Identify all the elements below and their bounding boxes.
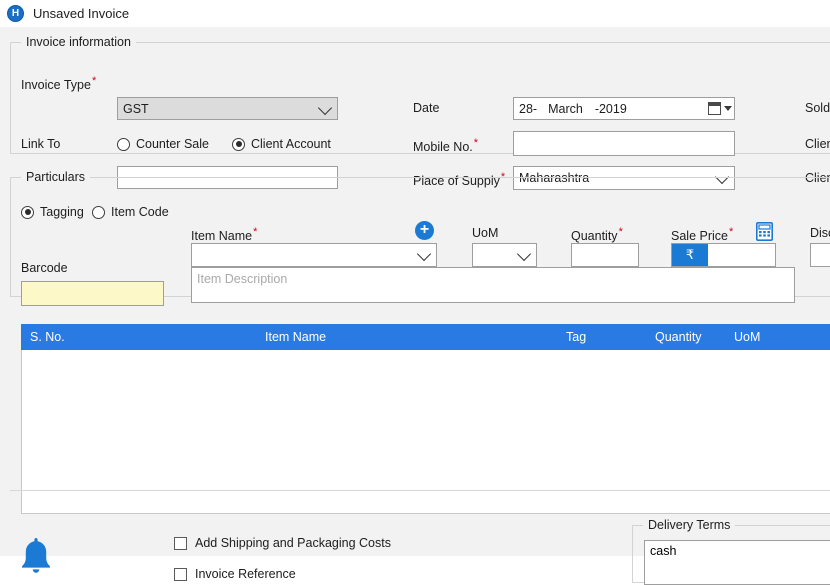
barcode-label: Barcode [21,261,68,275]
mobile-no-input[interactable] [513,131,735,156]
add-circle-icon[interactable]: + [415,221,434,240]
uom-select[interactable] [472,243,537,267]
radio-item-code-control[interactable] [92,206,105,219]
date-year[interactable]: -2019 [593,102,629,116]
date-field[interactable]: 28- March -2019 [513,97,735,120]
app-circle-h-icon: H [7,5,24,22]
checkbox-invoice-reference[interactable]: Invoice Reference [174,567,296,581]
sale-price-field[interactable]: ₹ [671,243,776,267]
invoice-type-select[interactable]: GST [117,97,338,120]
chevron-down-icon [517,247,531,261]
window-title: Unsaved Invoice [33,6,129,21]
column-header-quantity[interactable]: Quantity [655,330,702,344]
item-name-select[interactable] [191,243,437,267]
radio-tagging-control[interactable] [21,206,34,219]
particulars-legend: Particulars [21,170,90,184]
bell-icon[interactable] [19,535,53,575]
radio-tagging[interactable]: Tagging [21,205,84,219]
items-table-header: S. No. Item Name Tag Quantity UoM [21,324,830,350]
calendar-picker-button[interactable] [708,100,732,118]
item-description-input[interactable] [191,267,795,303]
column-header-item-name[interactable]: Item Name [265,330,326,344]
quantity-input[interactable] [571,243,639,267]
column-header-tag[interactable]: Tag [566,330,586,344]
radio-item-code[interactable]: Item Code [92,205,169,219]
discount-input[interactable] [810,243,830,267]
checkbox-invoice-reference-label: Invoice Reference [195,567,296,581]
form-surface: Invoice information Invoice Type* GST Li… [0,27,830,556]
title-bar: H Unsaved Invoice [0,0,830,27]
checkbox-add-shipping-control[interactable] [174,537,187,550]
footer-divider [10,490,830,491]
date-month[interactable]: March [546,102,585,116]
radio-client-account-control[interactable] [232,138,245,151]
calendar-icon [708,102,721,115]
date-day[interactable]: 28- [517,102,539,116]
radio-client-account-label: Client Account [251,137,331,151]
item-name-label: Item Name* [191,226,257,243]
uom-label: UoM [472,226,498,240]
chevron-down-icon [417,247,431,261]
sale-price-required: * [729,226,733,238]
invoice-type-label: Invoice Type* [21,75,96,92]
chevron-down-icon [724,106,732,111]
date-label: Date [413,101,439,115]
items-table-body [21,324,830,514]
chevron-down-icon [318,100,332,114]
invoice-type-value: GST [123,102,149,116]
quantity-label: Quantity* [571,226,623,243]
checkbox-add-shipping-label: Add Shipping and Packaging Costs [195,536,391,550]
radio-tagging-label: Tagging [40,205,84,219]
calculator-icon[interactable] [756,222,773,241]
column-header-s-no[interactable]: S. No. [30,330,65,344]
link-to-label: Link To [21,137,60,151]
discount-label: Disc [810,226,830,240]
mobile-no-label: Mobile No.* [413,137,478,154]
client-label-1: Client [805,137,830,151]
radio-counter-sale-control[interactable] [117,138,130,151]
radio-counter-sale-label: Counter Sale [136,137,209,151]
quantity-required: * [619,226,623,238]
column-header-uom[interactable]: UoM [734,330,760,344]
delivery-terms-input[interactable] [644,540,830,585]
sale-price-label: Sale Price* [671,226,733,243]
radio-client-account[interactable]: Client Account [232,137,331,151]
invoice-type-required: * [92,75,96,87]
item-name-required: * [253,226,257,238]
mobile-no-required: * [474,137,478,149]
checkbox-invoice-reference-control[interactable] [174,568,187,581]
invoice-information-legend: Invoice information [21,35,136,49]
checkbox-add-shipping-and-packaging-costs[interactable]: Add Shipping and Packaging Costs [174,536,391,550]
radio-counter-sale[interactable]: Counter Sale [117,137,209,151]
delivery-terms-legend: Delivery Terms [643,518,735,532]
sold-by-label: Sold B [805,101,830,115]
barcode-input[interactable] [21,281,164,306]
radio-item-code-label: Item Code [111,205,169,219]
rupee-currency-icon: ₹ [672,244,708,266]
